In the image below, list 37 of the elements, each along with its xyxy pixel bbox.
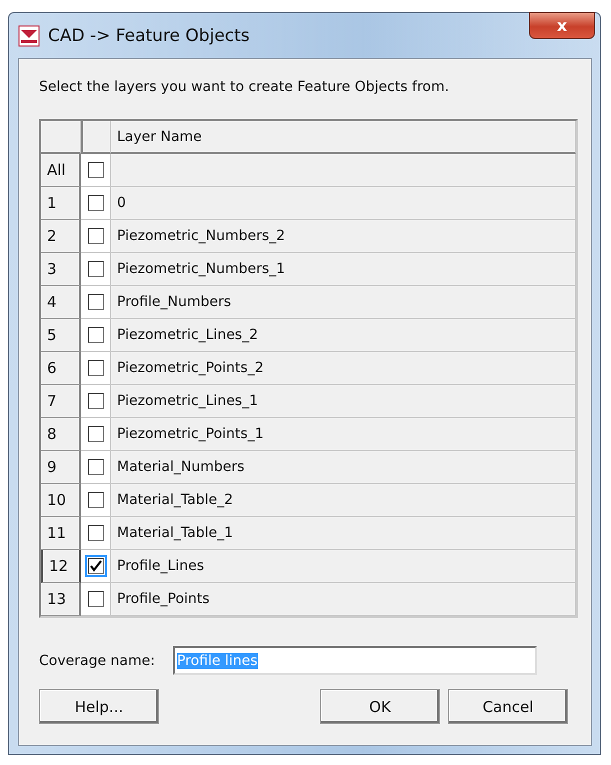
checkbox[interactable] bbox=[88, 360, 104, 376]
checkbox[interactable] bbox=[88, 591, 104, 607]
checkbox[interactable] bbox=[88, 162, 104, 178]
corner-cell bbox=[41, 121, 81, 154]
table-cell: Material_Table_2 bbox=[111, 484, 576, 517]
checkbox[interactable] bbox=[88, 327, 104, 343]
column-header: Layer Name bbox=[111, 121, 576, 154]
table-cell: Piezometric_Numbers_2 bbox=[111, 220, 576, 253]
dialog-button[interactable]: Help... bbox=[39, 689, 159, 724]
checkbox[interactable] bbox=[88, 228, 104, 244]
table-cell: Profile_Lines bbox=[111, 550, 576, 583]
close-button[interactable]: x bbox=[529, 12, 595, 39]
dialog-button[interactable]: OK bbox=[320, 689, 440, 724]
checkbox[interactable] bbox=[88, 459, 104, 475]
table-cell: Piezometric_Numbers_1 bbox=[111, 253, 576, 286]
table-cell: Material_Numbers bbox=[111, 451, 576, 484]
table-cell: Piezometric_Points_1 bbox=[111, 418, 576, 451]
dialog-button[interactable]: Cancel bbox=[448, 689, 568, 724]
checkbox[interactable] bbox=[88, 492, 104, 508]
table-cell: Material_Table_1 bbox=[111, 517, 576, 550]
checkmark-icon bbox=[90, 560, 102, 572]
coverage-label: Coverage name: bbox=[39, 652, 155, 668]
checkbox[interactable] bbox=[88, 525, 104, 541]
table-cell: 0 bbox=[111, 187, 576, 220]
app-icon bbox=[18, 24, 40, 46]
table-cell: Profile_Points bbox=[111, 583, 576, 616]
checkbox[interactable] bbox=[88, 426, 104, 442]
checkbox[interactable] bbox=[88, 294, 104, 310]
window-title: CAD -> Feature Objects bbox=[48, 26, 250, 46]
checkbox[interactable] bbox=[88, 195, 104, 211]
checkbox[interactable] bbox=[88, 393, 104, 409]
table-cell: Piezometric_Lines_2 bbox=[111, 319, 576, 352]
table-cell: Piezometric_Lines_1 bbox=[111, 385, 576, 418]
table-cell: Profile_Numbers bbox=[111, 286, 576, 319]
table-cell: Piezometric_Points_2 bbox=[111, 352, 576, 385]
checkbox[interactable] bbox=[88, 261, 104, 277]
instruction-text: Select the layers you want to create Feature Objects from. bbox=[39, 79, 450, 95]
